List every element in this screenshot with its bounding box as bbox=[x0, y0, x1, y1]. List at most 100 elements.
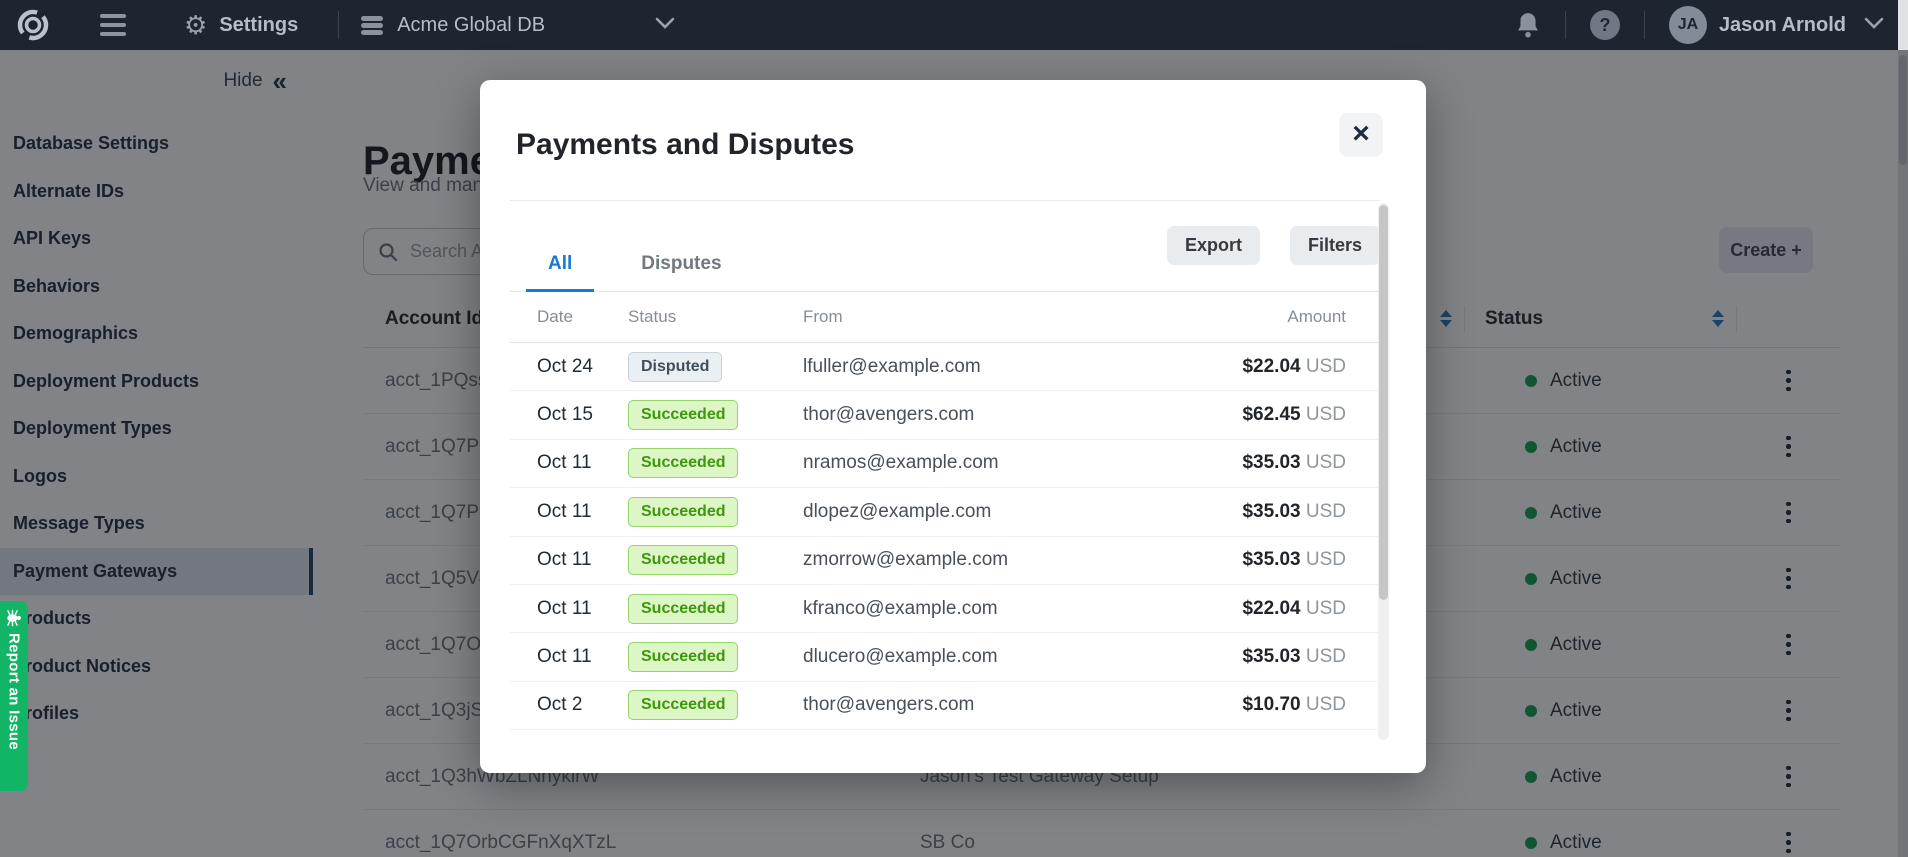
from-cell: thor@avengers.com bbox=[803, 694, 1176, 716]
date-cell: Oct 2 bbox=[537, 694, 628, 716]
modal-content: All Disputes Export Filters Date Status … bbox=[510, 200, 1380, 746]
bug-icon bbox=[5, 609, 23, 627]
currency-label: USD bbox=[1306, 452, 1346, 473]
payment-row[interactable]: Oct 11 Succeeded dlopez@example.com $35.… bbox=[510, 488, 1380, 536]
export-button[interactable]: Export bbox=[1167, 226, 1260, 265]
amount-cell: $35.03 USD bbox=[1176, 646, 1346, 668]
status-cell: Succeeded bbox=[628, 400, 803, 430]
chevron-down-icon[interactable] bbox=[1864, 16, 1884, 34]
amount-value: $35.03 bbox=[1242, 549, 1300, 570]
modal-tab[interactable]: Disputes bbox=[641, 253, 721, 292]
amount-cell: $22.04 USD bbox=[1176, 356, 1346, 378]
chevron-down-icon[interactable] bbox=[655, 16, 675, 34]
logo-rings-icon[interactable] bbox=[14, 6, 52, 44]
status-cell: Succeeded bbox=[628, 448, 803, 478]
modal-scrollbar[interactable] bbox=[1378, 203, 1389, 740]
status-badge: Disputed bbox=[628, 352, 722, 382]
amount-value: $62.45 bbox=[1242, 404, 1300, 425]
currency-label: USD bbox=[1306, 646, 1346, 667]
payment-row[interactable]: Oct 11 Succeeded zmorrow@example.com $35… bbox=[510, 537, 1380, 585]
modal-toolbar: All Disputes Export Filters bbox=[510, 201, 1380, 292]
amount-value: $35.03 bbox=[1242, 501, 1300, 522]
modal-tabs: All Disputes bbox=[526, 253, 722, 292]
currency-label: USD bbox=[1306, 694, 1346, 715]
status-badge: Succeeded bbox=[628, 400, 738, 430]
amount-value: $22.04 bbox=[1242, 356, 1300, 377]
status-cell: Succeeded bbox=[628, 690, 803, 720]
topbar: ⚙ Settings Acme Global DB ? JA Jason Arn… bbox=[0, 0, 1908, 50]
amount-cell: $10.70 USD bbox=[1176, 694, 1346, 716]
filters-button[interactable]: Filters bbox=[1290, 226, 1380, 265]
date-cell: Oct 11 bbox=[537, 598, 628, 620]
payment-row[interactable]: Oct 24 Disputed lfuller@example.com $22.… bbox=[510, 343, 1380, 391]
status-badge: Succeeded bbox=[628, 594, 738, 624]
database-selector[interactable]: Acme Global DB bbox=[397, 14, 545, 37]
hamburger-menu-icon[interactable] bbox=[100, 14, 126, 36]
app-window: ⚙ Settings Acme Global DB ? JA Jason Arn… bbox=[0, 0, 1908, 857]
amount-cell: $62.45 USD bbox=[1176, 404, 1346, 426]
date-cell: Oct 11 bbox=[537, 452, 628, 474]
avatar[interactable]: JA bbox=[1669, 6, 1707, 44]
status-badge: Succeeded bbox=[628, 448, 738, 478]
modal-title: Payments and Disputes bbox=[516, 128, 854, 162]
payments-table-header: Date Status From Amount bbox=[510, 292, 1380, 343]
payment-row[interactable]: Oct 11 Succeeded kfranco@example.com $22… bbox=[510, 585, 1380, 633]
currency-label: USD bbox=[1306, 501, 1346, 522]
amount-value: $35.03 bbox=[1242, 452, 1300, 473]
column-header-from: From bbox=[803, 307, 1176, 327]
from-cell: thor@avengers.com bbox=[803, 404, 1176, 426]
amount-cell: $35.03 USD bbox=[1176, 549, 1346, 571]
topbar-divider bbox=[1644, 11, 1645, 39]
modal-tab[interactable]: All bbox=[526, 253, 594, 292]
modal-scrollbar-thumb[interactable] bbox=[1379, 205, 1388, 600]
status-badge: Succeeded bbox=[628, 497, 738, 527]
amount-cell: $35.03 USD bbox=[1176, 501, 1346, 523]
date-cell: Oct 11 bbox=[537, 501, 628, 523]
gear-icon: ⚙ bbox=[184, 12, 207, 38]
amount-cell: $35.03 USD bbox=[1176, 452, 1346, 474]
amount-cell: $22.04 USD bbox=[1176, 598, 1346, 620]
date-cell: Oct 24 bbox=[537, 356, 628, 378]
from-cell: nramos@example.com bbox=[803, 452, 1176, 474]
payments-table-body: Oct 24 Disputed lfuller@example.com $22.… bbox=[510, 343, 1380, 730]
date-cell: Oct 15 bbox=[537, 404, 628, 426]
status-cell: Succeeded bbox=[628, 642, 803, 672]
payments-disputes-modal: Payments and Disputes × All Disputes Exp… bbox=[480, 80, 1426, 773]
app-name: Settings bbox=[219, 14, 298, 37]
status-badge: Succeeded bbox=[628, 545, 738, 575]
status-badge: Succeeded bbox=[628, 690, 738, 720]
payment-row[interactable]: Oct 15 Succeeded thor@avengers.com $62.4… bbox=[510, 391, 1380, 439]
bell-icon[interactable] bbox=[1515, 11, 1541, 39]
close-icon[interactable]: × bbox=[1339, 113, 1383, 157]
status-cell: Succeeded bbox=[628, 594, 803, 624]
user-name[interactable]: Jason Arnold bbox=[1719, 14, 1846, 37]
from-cell: zmorrow@example.com bbox=[803, 549, 1176, 571]
currency-label: USD bbox=[1306, 549, 1346, 570]
currency-label: USD bbox=[1306, 356, 1346, 377]
date-cell: Oct 11 bbox=[537, 646, 628, 668]
status-cell: Disputed bbox=[628, 352, 803, 382]
status-badge: Succeeded bbox=[628, 642, 738, 672]
report-an-issue-label: Report an Issue bbox=[6, 633, 23, 750]
from-cell: dlucero@example.com bbox=[803, 646, 1176, 668]
payment-row[interactable]: Oct 11 Succeeded nramos@example.com $35.… bbox=[510, 440, 1380, 488]
payment-row[interactable]: Oct 2 Succeeded thor@avengers.com $10.70… bbox=[510, 682, 1380, 730]
amount-value: $35.03 bbox=[1242, 646, 1300, 667]
database-icon bbox=[361, 16, 383, 35]
amount-value: $10.70 bbox=[1242, 694, 1300, 715]
column-header-date: Date bbox=[537, 307, 628, 327]
date-cell: Oct 11 bbox=[537, 549, 628, 571]
amount-value: $22.04 bbox=[1242, 598, 1300, 619]
topbar-divider bbox=[338, 11, 339, 39]
topbar-right-group: ? JA Jason Arnold bbox=[1515, 6, 1884, 44]
column-header-amount: Amount bbox=[1176, 307, 1346, 327]
currency-label: USD bbox=[1306, 404, 1346, 425]
payment-row[interactable]: Oct 11 Succeeded dlucero@example.com $35… bbox=[510, 633, 1380, 681]
currency-label: USD bbox=[1306, 598, 1346, 619]
report-an-issue-tab[interactable]: Report an Issue bbox=[0, 601, 28, 791]
status-cell: Succeeded bbox=[628, 497, 803, 527]
from-cell: dlopez@example.com bbox=[803, 501, 1176, 523]
topbar-divider bbox=[1565, 11, 1566, 39]
question-circle-icon[interactable]: ? bbox=[1590, 10, 1620, 40]
from-cell: lfuller@example.com bbox=[803, 356, 1176, 378]
